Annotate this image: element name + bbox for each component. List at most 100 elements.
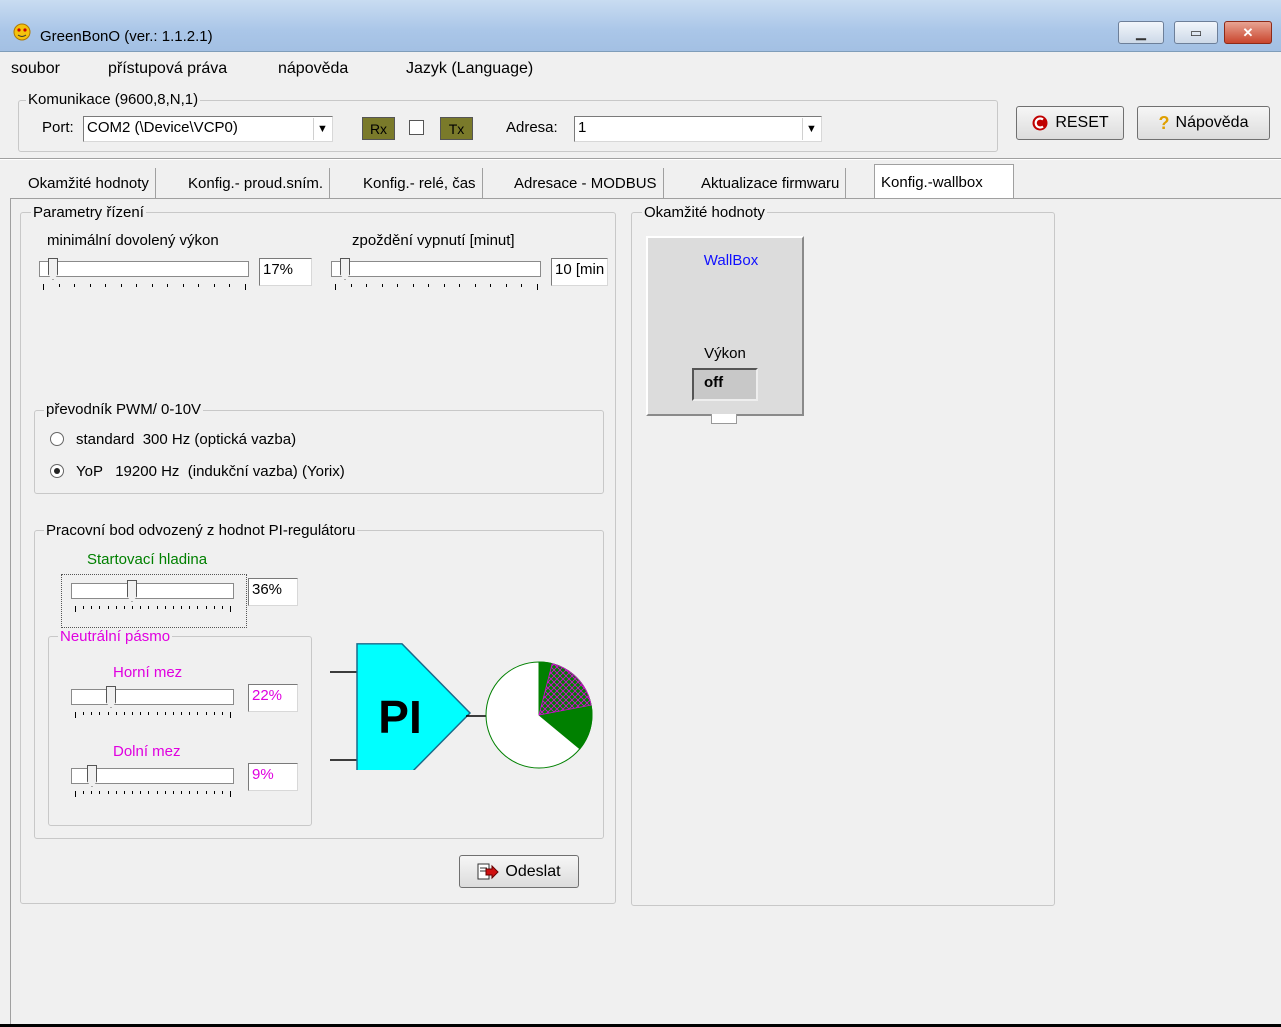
slider-tick (189, 712, 190, 715)
slider-tick (99, 606, 100, 609)
reset-label: RESET (1055, 114, 1109, 131)
chevron-down-icon[interactable]: ▼ (802, 118, 820, 140)
rx-tx-checkbox[interactable] (409, 120, 424, 135)
pwm-standard-radio[interactable] (50, 432, 64, 446)
help-button[interactable]: ? Nápověda (1137, 106, 1270, 140)
lower-limit-label: Dolní mez (113, 743, 181, 760)
lower-limit-value[interactable]: 9% (248, 763, 298, 791)
slider-tick (124, 791, 125, 794)
tab-current-sensor[interactable]: Konfig.- proud.sním. (182, 168, 331, 198)
menu-access-rights[interactable]: přístupová práva (108, 60, 227, 78)
slider-tick (124, 712, 125, 715)
slider-tick (197, 606, 198, 609)
separator (0, 158, 1281, 160)
slider-tick (222, 712, 223, 715)
slider-tick (206, 791, 207, 794)
start-level-label: Startovací hladina (87, 551, 208, 568)
slider-tick (75, 791, 76, 797)
slider-track[interactable] (331, 261, 541, 277)
slider-tick (165, 791, 166, 794)
min-power-value[interactable]: 17% (259, 258, 312, 286)
menu-help[interactable]: nápověda (278, 60, 348, 78)
slider-track[interactable] (71, 583, 234, 599)
close-button[interactable]: ✕ (1224, 21, 1272, 44)
slider-tick (189, 606, 190, 609)
pwm-standard-label[interactable]: standard 300 Hz (optická vazba) (76, 431, 296, 448)
slider-track[interactable] (39, 261, 249, 277)
send-button[interactable]: Odeslat (459, 855, 579, 888)
slider-tick (75, 712, 76, 718)
power-value: off (692, 368, 758, 401)
tab-modbus[interactable]: Adresace - MODBUS (508, 168, 664, 198)
pwm-yop-label[interactable]: YoP 19200 Hz (indukční vazba) (Yorix) (76, 463, 345, 480)
slider-tick (214, 606, 215, 609)
upper-limit-slider[interactable] (71, 686, 234, 718)
slider-tick (124, 606, 125, 609)
tab-relay-time[interactable]: Konfig.- relé, čas (357, 168, 483, 198)
pi-block-label: PI (378, 691, 421, 743)
slider-tick (165, 606, 166, 609)
slider-tick (521, 284, 522, 287)
min-power-slider[interactable] (39, 258, 249, 290)
lower-limit-slider[interactable] (71, 765, 234, 797)
port-label: Port: (42, 119, 74, 136)
power-label: Výkon (704, 345, 746, 362)
chevron-down-icon[interactable]: ▼ (313, 118, 331, 140)
slider-tick (132, 606, 133, 609)
tab-wallbox[interactable]: Konfig.-wallbox (874, 164, 1014, 199)
slider-tick (222, 791, 223, 794)
slider-tick (173, 791, 174, 794)
slider-ticks (331, 284, 541, 290)
slider-tick (91, 712, 92, 715)
slider-tick (181, 712, 182, 715)
delay-value[interactable]: 10 [min (551, 258, 608, 286)
slider-tick (222, 606, 223, 609)
title-bar: GreenBonO (ver.: 1.1.2.1) ▁ ▭ ✕ (0, 0, 1281, 52)
slider-tick (428, 284, 429, 287)
slider-tick (75, 606, 76, 612)
upper-limit-value[interactable]: 22% (248, 684, 298, 712)
reset-icon (1032, 115, 1048, 131)
maximize-icon: ▭ (1189, 24, 1203, 40)
slider-tick (157, 712, 158, 715)
address-select[interactable]: 1 ▼ (574, 116, 822, 142)
slider-ticks (71, 606, 234, 612)
delay-slider[interactable] (331, 258, 541, 290)
slider-tick (459, 284, 460, 287)
slider-tick (136, 284, 137, 287)
minimize-button[interactable]: ▁ (1118, 21, 1164, 44)
upper-limit-label: Horní mez (113, 664, 183, 681)
slider-track[interactable] (71, 689, 234, 705)
slider-tick (132, 712, 133, 715)
tab-instant-values[interactable]: Okamžité hodnoty (22, 168, 156, 198)
tab-firmware[interactable]: Aktualizace firmwaru (695, 168, 847, 198)
slider-tick (83, 606, 84, 609)
slider-tick (59, 284, 60, 287)
maximize-button[interactable]: ▭ (1174, 21, 1218, 44)
slider-tick (335, 284, 336, 290)
port-select[interactable]: COM2 (\Device\VCP0) ▼ (83, 116, 333, 142)
menu-language[interactable]: Jazyk (Language) (406, 60, 533, 78)
slider-tick (506, 284, 507, 287)
slider-tick (173, 712, 174, 715)
tx-indicator: Tx (440, 117, 473, 140)
slider-tick (197, 791, 198, 794)
slider-tick (230, 791, 231, 797)
start-level-value[interactable]: 36% (248, 578, 298, 606)
pwm-yop-radio[interactable] (50, 464, 64, 478)
question-mark-icon: ? (1158, 112, 1170, 133)
slider-tick (108, 606, 109, 609)
slider-tick (181, 606, 182, 609)
help-label: Nápověda (1175, 114, 1249, 131)
start-level-slider[interactable] (71, 580, 234, 612)
port-value: COM2 (\Device\VCP0) (87, 119, 238, 136)
reset-button[interactable]: RESET (1016, 106, 1124, 140)
slider-tick (181, 791, 182, 794)
send-label: Odeslat (505, 862, 561, 880)
slider-tick (83, 791, 84, 794)
slider-ticks (71, 712, 234, 718)
menu-soubor[interactable]: soubor (11, 60, 60, 78)
slider-tick (148, 791, 149, 794)
slider-tick (157, 606, 158, 609)
slider-tick (206, 606, 207, 609)
